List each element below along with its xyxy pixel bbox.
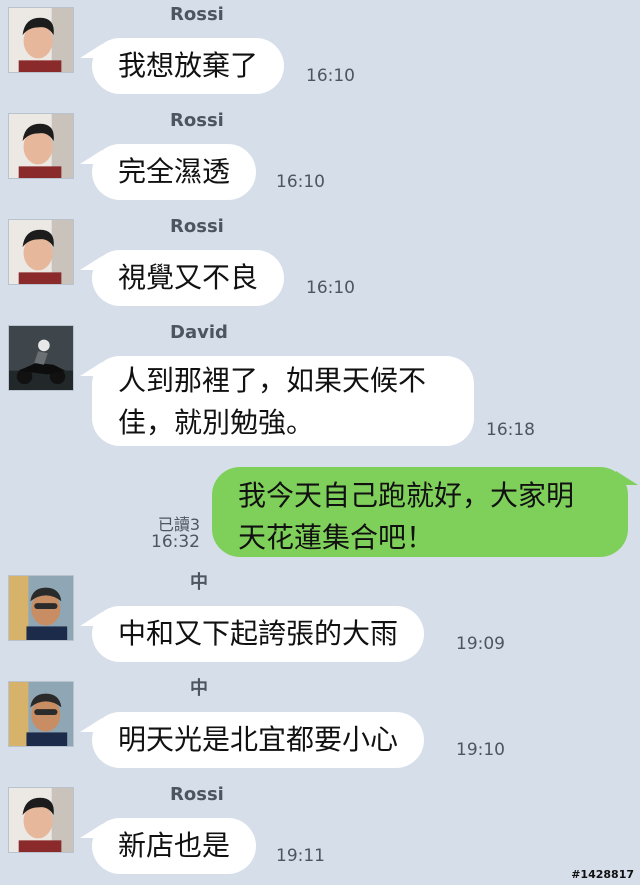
avatar[interactable] bbox=[8, 325, 74, 391]
avatar[interactable] bbox=[8, 575, 74, 641]
message-text: 我想放棄了 bbox=[118, 49, 259, 82]
sender-name: Rossi bbox=[170, 784, 224, 805]
sender-name: 中 bbox=[190, 678, 208, 699]
message-time: 16:32 bbox=[151, 532, 200, 552]
sender-name: Rossi bbox=[170, 4, 224, 25]
message-time: 19:09 bbox=[456, 634, 505, 654]
message-text-line: 佳，就別勉強。 bbox=[118, 406, 315, 439]
message-bubble[interactable]: 新店也是 bbox=[79, 818, 257, 874]
message-time: 16:18 bbox=[486, 420, 535, 440]
message-text-line: 天花蓮集合吧！ bbox=[238, 521, 435, 554]
message-text-line: 我今天自己跑就好，大家明 bbox=[238, 479, 575, 512]
message-time: 16:10 bbox=[306, 66, 355, 86]
message-text: 中和又下起誇張的大雨 bbox=[118, 617, 399, 650]
sender-name: David bbox=[170, 322, 228, 343]
message-time: 16:10 bbox=[306, 278, 355, 298]
chat-thread: Rossi 我想放棄了 16:10 Rossi 完全濕透 16:10 Rossi… bbox=[0, 0, 640, 885]
watermark: #1428817 bbox=[571, 868, 634, 881]
message-bubble[interactable]: 人到那裡了，如果天候不 佳，就別勉強。 bbox=[80, 356, 474, 446]
sender-name: 中 bbox=[190, 572, 208, 593]
avatar[interactable] bbox=[8, 113, 74, 179]
message-text: 新店也是 bbox=[118, 829, 231, 862]
avatar[interactable] bbox=[8, 7, 74, 73]
message-time: 19:10 bbox=[456, 740, 505, 760]
message-text: 完全濕透 bbox=[118, 155, 231, 188]
avatar[interactable] bbox=[8, 219, 74, 285]
message-bubble[interactable]: 視覺又不良 bbox=[79, 250, 285, 306]
message-text: 明天光是北宜都要小心 bbox=[118, 723, 399, 756]
message-time: 19:11 bbox=[276, 846, 325, 866]
message-text-line: 人到那裡了，如果天候不 bbox=[118, 364, 427, 397]
message-text: 視覺又不良 bbox=[118, 261, 259, 294]
sender-name: Rossi bbox=[170, 110, 224, 131]
message-bubble[interactable]: 中和又下起誇張的大雨 bbox=[79, 606, 425, 662]
message-bubble[interactable]: 明天光是北宜都要小心 bbox=[79, 712, 425, 768]
message-time: 16:10 bbox=[276, 172, 325, 192]
message-bubble[interactable]: 我想放棄了 bbox=[79, 38, 285, 94]
outgoing-message-bubble[interactable]: 我今天自己跑就好，大家明 天花蓮集合吧！ bbox=[212, 467, 638, 557]
message-bubble[interactable]: 完全濕透 bbox=[79, 144, 257, 200]
avatar[interactable] bbox=[8, 681, 74, 747]
sender-name: Rossi bbox=[170, 216, 224, 237]
avatar[interactable] bbox=[8, 787, 74, 853]
